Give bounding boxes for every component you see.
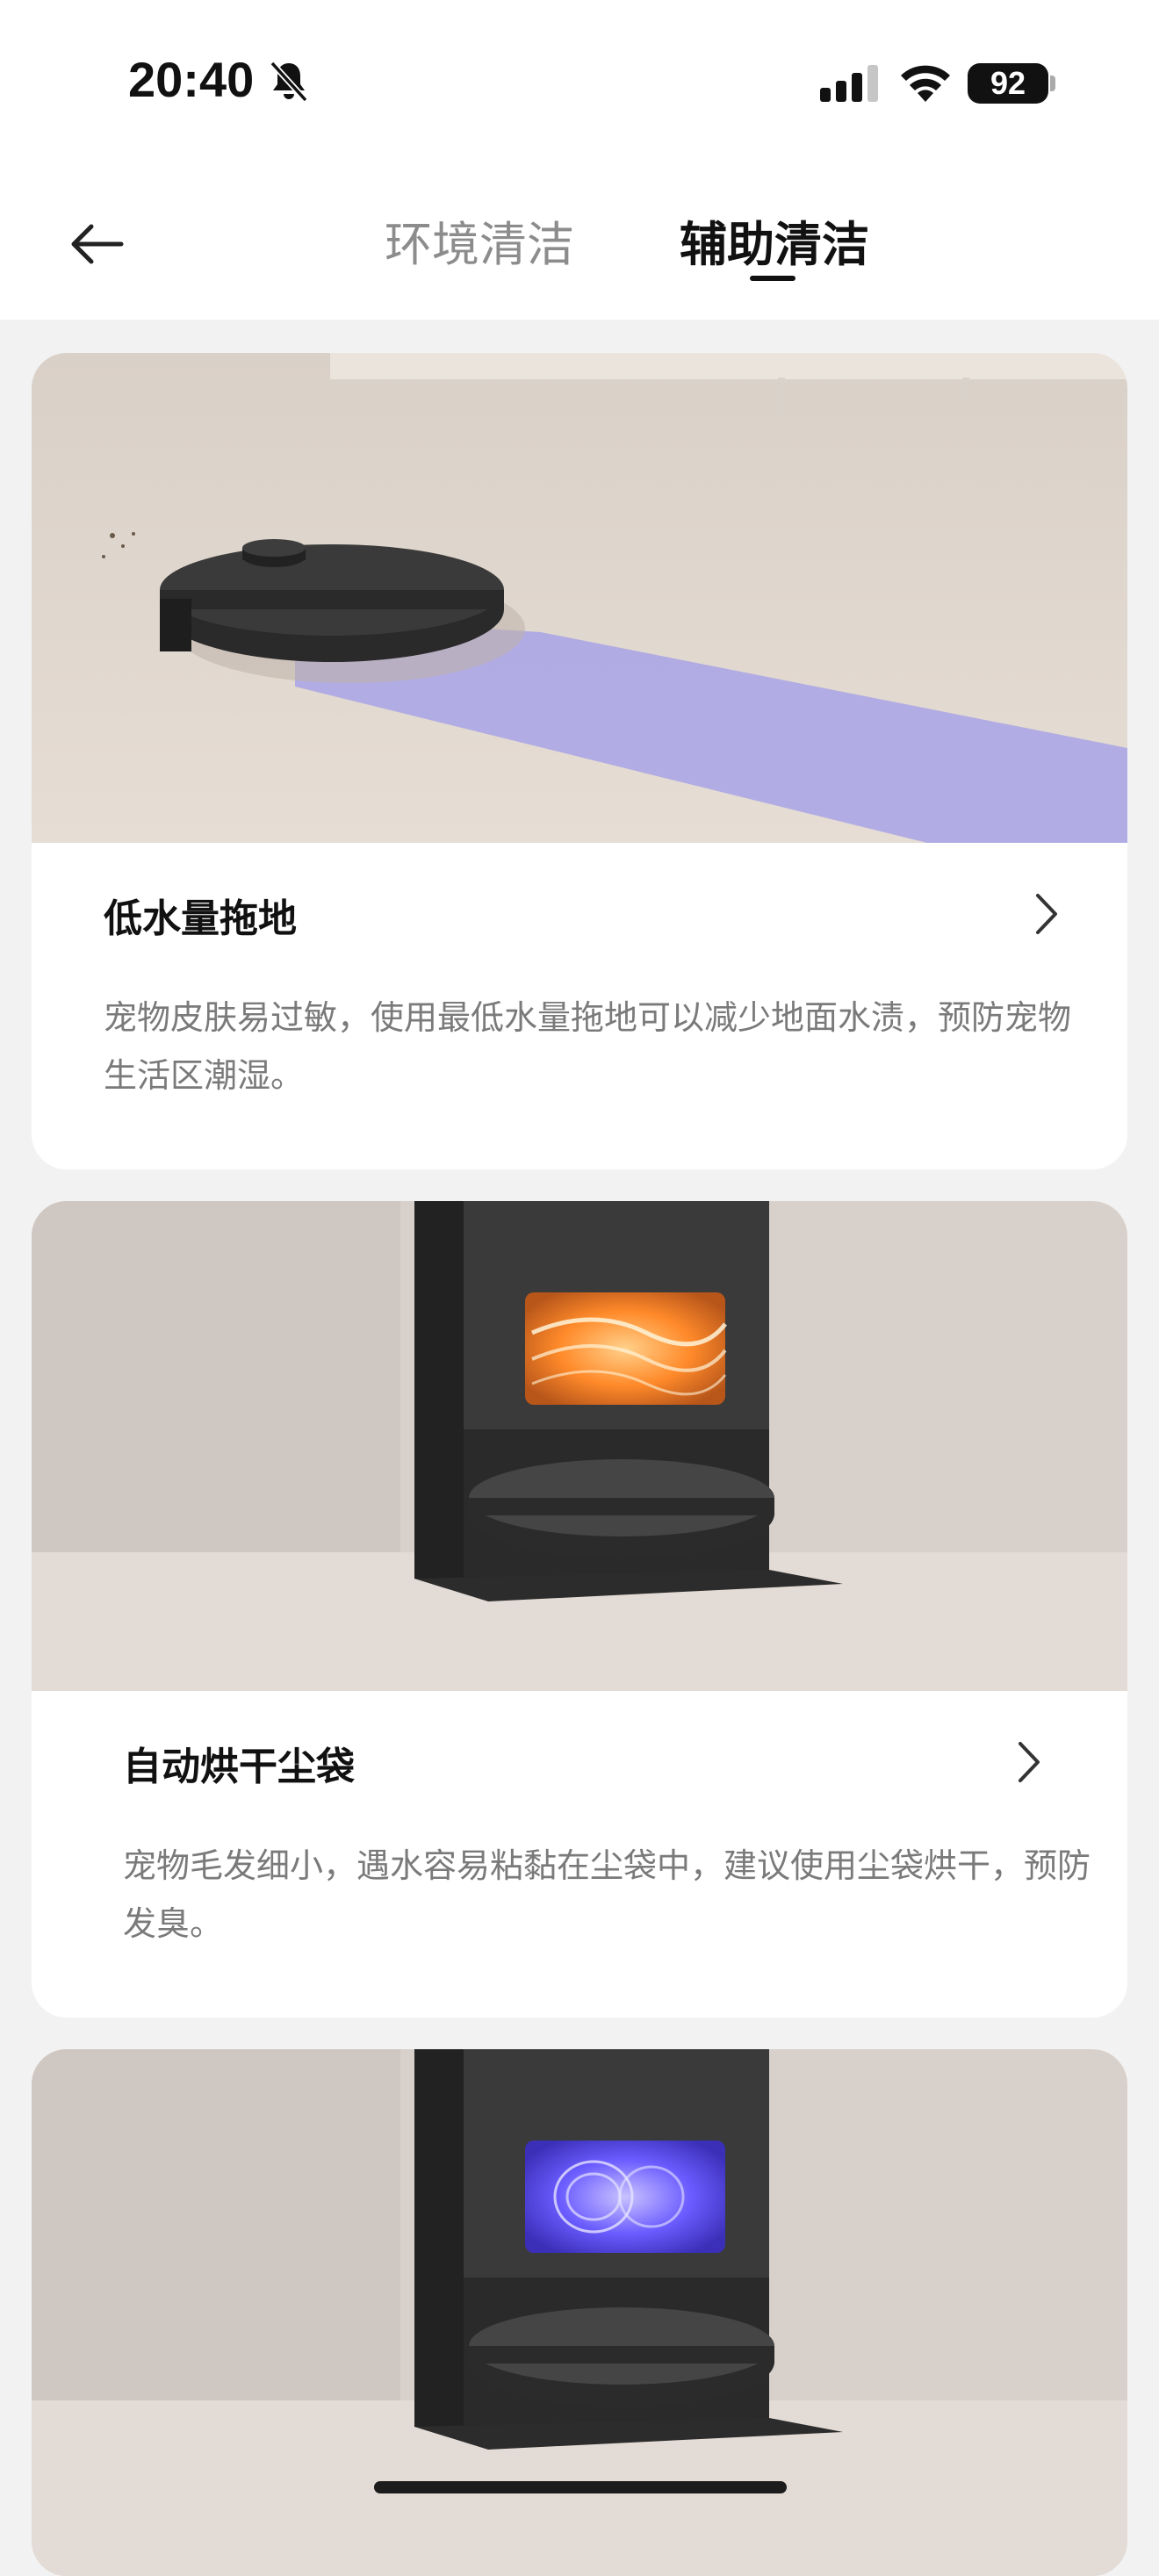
chevron-right-icon[interactable]: [1017, 1740, 1041, 1784]
dock-drying-image: [32, 1201, 1127, 1691]
card-title: 低水量拖地: [104, 896, 297, 941]
header: 环境清洁 辅助清洁: [0, 167, 1159, 320]
arrow-left-icon: [71, 224, 124, 264]
back-button[interactable]: [60, 207, 133, 281]
wifi-icon: [901, 65, 950, 102]
tab-environment-cleaning[interactable]: 环境清洁: [385, 214, 574, 276]
feature-card-auto-dry-dust-bag[interactable]: 自动烘干尘袋 宠物毛发细小，遇水容易粘黏在尘袋中，建议使用尘袋烘干，预防发臭。: [32, 1201, 1127, 2018]
active-tab-indicator: [750, 276, 795, 281]
card-description: 宠物皮肤易过敏，使用最低水量拖地可以减少地面水渍，预防宠物生活区潮湿。: [104, 998, 1072, 1095]
battery-icon: 92: [968, 63, 1048, 104]
status-time: 20:40: [128, 52, 255, 107]
card-title: 自动烘干尘袋: [123, 1745, 355, 1789]
dock-sterilizing-image: [32, 2049, 1127, 2576]
tab-assisted-cleaning[interactable]: 辅助清洁: [680, 214, 869, 276]
cellular-signal-icon: [820, 65, 878, 102]
robot-mopping-image: [32, 353, 1127, 843]
status-bar: 20:40 92: [0, 0, 1159, 167]
feature-card-sterilizing[interactable]: [32, 2049, 1127, 2576]
battery-tip: [1050, 76, 1055, 91]
bell-muted-icon: [270, 61, 308, 103]
home-indicator[interactable]: [374, 2481, 787, 2493]
feature-card-low-water-mopping[interactable]: 低水量拖地 宠物皮肤易过敏，使用最低水量拖地可以减少地面水渍，预防宠物生活区潮湿…: [32, 353, 1127, 1169]
chevron-right-icon[interactable]: [1034, 892, 1059, 936]
card-description: 宠物毛发细小，遇水容易粘黏在尘袋中，建议使用尘袋烘干，预防发臭。: [123, 1846, 1091, 1943]
